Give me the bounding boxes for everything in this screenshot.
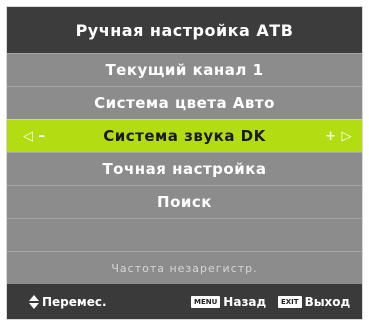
footer-hints: Перемес. MENU Назад EXIT Выход — [7, 285, 362, 319]
menu-item-label: Точная настройка — [102, 160, 267, 178]
exit-hint: EXIT Выход — [278, 285, 350, 319]
menu-item-label: Текущий канал 1 — [105, 61, 264, 79]
up-down-icon — [29, 295, 39, 309]
back-hint: MENU Назад — [191, 285, 266, 319]
menu-item-label: Система звука DK — [103, 127, 266, 145]
left-arrow-icon[interactable]: ◁ – — [23, 120, 46, 153]
move-hint: Перемес. — [29, 285, 107, 319]
menu-item-color-system[interactable]: Система цвета Авто — [7, 86, 362, 119]
exit-hint-label: Выход — [304, 295, 351, 309]
menu-item-search[interactable]: Поиск — [7, 185, 362, 218]
frequency-status: Частота незарегистр. — [7, 251, 362, 284]
menu-item-fine-tune[interactable]: Точная настройка — [7, 152, 362, 185]
atv-manual-tuning-menu: Ручная настройка АТВ Текущий канал 1 Сис… — [6, 6, 363, 320]
menu-item-sound-system[interactable]: ◁ – Система звука DK + ▷ — [7, 119, 362, 152]
menu-item-current-channel[interactable]: Текущий канал 1 — [7, 53, 362, 86]
menu-key-icon: MENU — [191, 296, 221, 308]
menu-item-empty — [7, 218, 362, 251]
exit-key-icon: EXIT — [278, 296, 302, 308]
menu-title: Ручная настройка АТВ — [7, 7, 362, 53]
frequency-status-text: Частота незарегистр. — [111, 261, 258, 275]
menu-item-label: Система цвета Авто — [94, 94, 275, 112]
back-hint-label: Назад — [223, 295, 267, 309]
move-hint-label: Перемес. — [42, 295, 107, 309]
menu-item-label: Поиск — [157, 193, 212, 211]
right-arrow-icon[interactable]: + ▷ — [325, 120, 352, 153]
